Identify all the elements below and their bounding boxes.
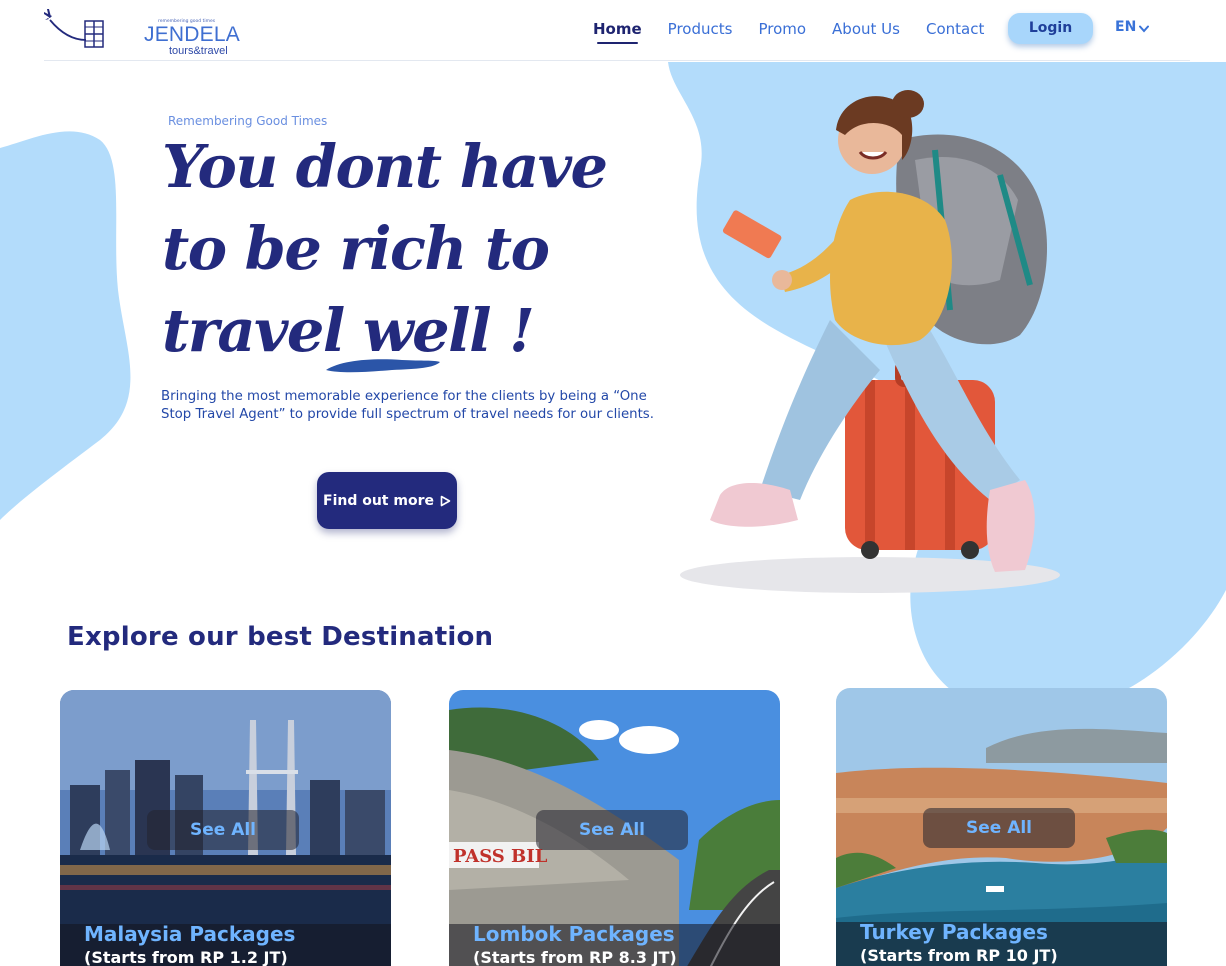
nav-contact[interactable]: Contact: [926, 19, 984, 39]
card-title: Malaysia Packages: [84, 922, 296, 946]
card-price: (Starts from RP 1.2 JT): [84, 948, 288, 966]
find-out-more-label: Find out more: [323, 492, 434, 509]
hero-title-line-1: You dont have: [162, 132, 608, 201]
login-button[interactable]: Login: [1008, 13, 1093, 44]
main-nav: Home Products Promo About Us Contact: [593, 19, 1010, 44]
brand-name: JENDELA: [144, 23, 240, 46]
see-all-button[interactable]: See All: [923, 808, 1075, 848]
destination-card-malaysia[interactable]: See All Malaysia Packages (Starts from R…: [60, 690, 391, 966]
see-all-button[interactable]: See All: [536, 810, 688, 850]
hero-title-line-3: travel well !: [162, 296, 535, 365]
nav-products[interactable]: Products: [668, 19, 733, 39]
card-title: Turkey Packages: [860, 920, 1048, 944]
svg-text:PASS BIL: PASS BIL: [453, 846, 548, 867]
find-out-more-button[interactable]: Find out more: [317, 472, 457, 529]
brand-logo[interactable]: remembering good times JENDELA tours&tra…: [40, 6, 240, 58]
see-all-button[interactable]: See All: [147, 810, 299, 850]
destination-card-lombok[interactable]: PASS BIL See All Lombok Packages (Starts…: [449, 690, 780, 966]
chevron-down-icon: [1139, 25, 1150, 33]
hero-title: You dont have to be rich to travel well …: [162, 126, 608, 372]
left-blob: [0, 131, 131, 520]
card-title: Lombok Packages: [473, 922, 675, 946]
header-divider: [44, 60, 1190, 61]
language-label: EN: [1115, 19, 1137, 35]
site-header: remembering good times JENDELA tours&tra…: [0, 0, 1226, 62]
nav-about-us[interactable]: About Us: [832, 19, 900, 39]
hero-title-line-2: to be rich to: [162, 214, 550, 283]
nav-home[interactable]: Home: [593, 19, 642, 44]
nav-promo[interactable]: Promo: [758, 19, 806, 39]
card-price: (Starts from RP 8.3 JT): [473, 948, 677, 966]
destinations-heading: Explore our best Destination: [67, 622, 494, 652]
brand-sub: tours&travel: [169, 45, 228, 57]
hero-description: Bringing the most memorable experience f…: [161, 389, 654, 422]
card-price: (Starts from RP 10 JT): [860, 946, 1058, 965]
play-arrow-icon: [440, 495, 451, 506]
language-selector[interactable]: EN: [1115, 19, 1150, 35]
destination-card-turkey[interactable]: See All Turkey Packages (Starts from RP …: [836, 688, 1167, 966]
window-icon: [84, 20, 104, 48]
traveller-illustration: [680, 90, 1060, 593]
